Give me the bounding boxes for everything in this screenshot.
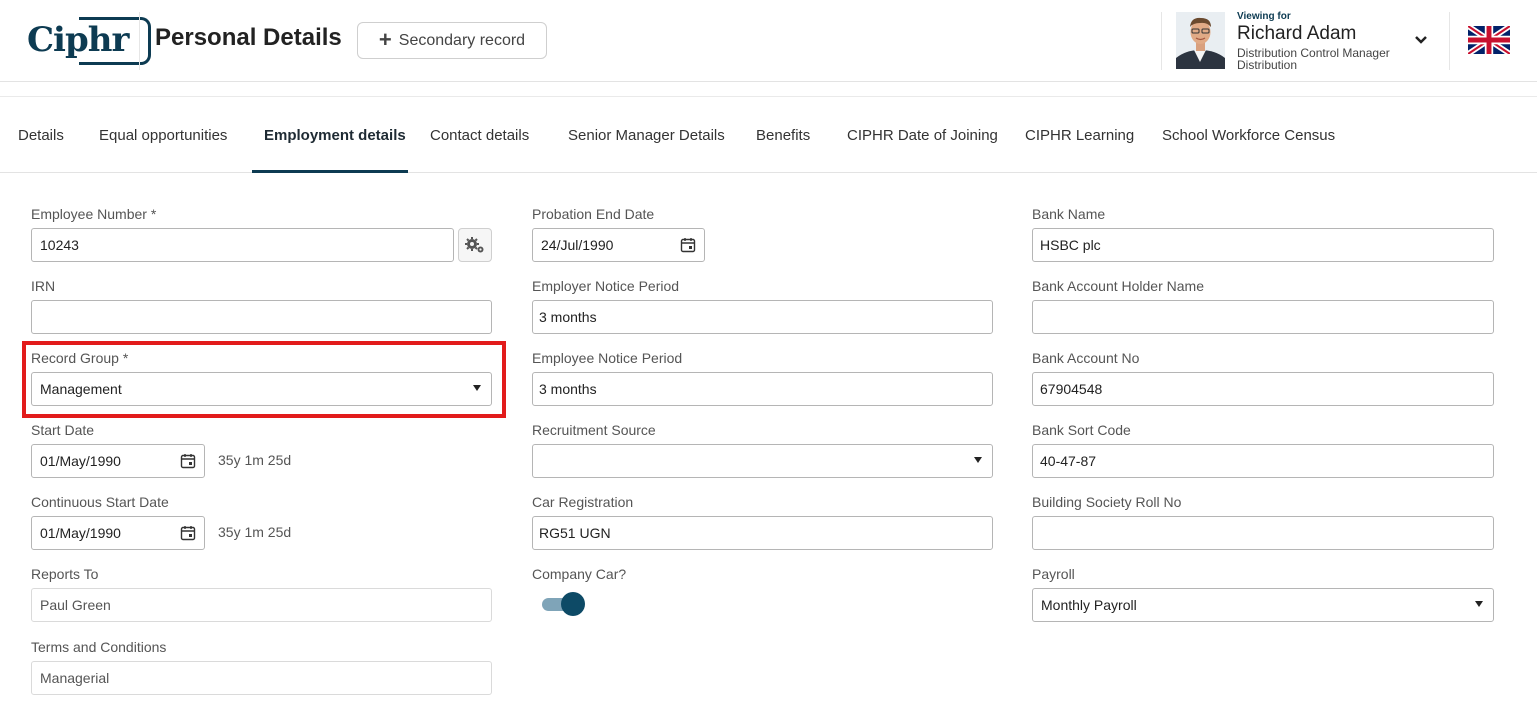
employee-number-input[interactable]: 10243: [31, 228, 454, 262]
record-group-select[interactable]: Management: [31, 372, 492, 406]
secondary-record-label: Secondary record: [398, 31, 526, 49]
gears-icon: [465, 237, 484, 253]
tab-bar: Details Equal opportunities Employment d…: [0, 96, 1537, 173]
probation-end-date-label: Probation End Date: [532, 206, 655, 222]
calendar-icon[interactable]: [180, 525, 196, 541]
terms-and-conditions-field: Managerial: [31, 661, 492, 695]
employee-notice-period-value: 3 months: [539, 381, 597, 397]
chevron-down-icon[interactable]: [1413, 32, 1429, 48]
ciphr-logo[interactable]: Ciphr: [27, 15, 151, 65]
irn-input[interactable]: [31, 300, 492, 334]
calendar-icon[interactable]: [180, 453, 196, 469]
probation-end-date-value: 24/Jul/1990: [541, 237, 614, 253]
app-header: Ciphr Personal Details + Secondary recor…: [0, 0, 1537, 82]
user-department: Distribution: [1237, 58, 1298, 72]
divider: [139, 12, 140, 70]
employee-notice-period-label: Employee Notice Period: [532, 350, 683, 366]
company-car-label: Company Car?: [532, 566, 627, 582]
plus-icon: +: [378, 26, 392, 52]
secondary-record-button[interactable]: + Secondary record: [357, 22, 547, 59]
divider: [1161, 12, 1162, 70]
bank-name-value: HSBC plc: [1040, 237, 1101, 253]
probation-end-date-input[interactable]: 24/Jul/1990: [532, 228, 705, 262]
start-date-label: Start Date: [31, 422, 95, 438]
terms-and-conditions-label: Terms and Conditions: [31, 639, 167, 655]
payroll-label: Payroll: [1032, 566, 1075, 582]
viewing-for-label: Viewing for: [1237, 11, 1291, 22]
tab-contact-details[interactable]: Contact details: [430, 97, 529, 173]
continuous-start-date-value: 01/May/1990: [40, 525, 121, 541]
recruitment-source-select[interactable]: [532, 444, 993, 478]
car-registration-label: Car Registration: [532, 494, 634, 510]
dropdown-arrow-icon: [473, 385, 481, 391]
divider: [1449, 12, 1450, 70]
tab-school-workforce-census[interactable]: School Workforce Census: [1162, 97, 1335, 173]
generate-number-button[interactable]: [458, 228, 492, 262]
avatar[interactable]: [1176, 12, 1225, 69]
bank-sort-code-input[interactable]: 40-47-87: [1032, 444, 1494, 478]
start-date-input[interactable]: 01/May/1990: [31, 444, 205, 478]
bank-name-input[interactable]: HSBC plc: [1032, 228, 1494, 262]
continuous-start-date-duration: 35y 1m 25d: [218, 524, 292, 540]
tab-benefits[interactable]: Benefits: [756, 97, 810, 173]
uk-flag-icon[interactable]: [1468, 26, 1510, 54]
bank-account-holder-name-input[interactable]: [1032, 300, 1494, 334]
payroll-select[interactable]: Monthly Payroll: [1032, 588, 1494, 622]
bank-sort-code-value: 40-47-87: [1040, 453, 1097, 469]
logo-frame: [79, 17, 151, 65]
recruitment-source-label: Recruitment Source: [532, 422, 656, 438]
user-photo: [1176, 12, 1225, 69]
payroll-value: Monthly Payroll: [1041, 597, 1137, 613]
employee-number-value: 10243: [40, 237, 79, 253]
active-tab-indicator: [252, 170, 408, 173]
employer-notice-period-value: 3 months: [539, 309, 597, 325]
record-group-value: Management: [40, 381, 122, 397]
building-society-roll-no-label: Building Society Roll No: [1032, 494, 1182, 510]
reports-to-value: Paul Green: [40, 597, 111, 613]
reports-to-label: Reports To: [31, 566, 99, 582]
bank-account-no-input[interactable]: 67904548: [1032, 372, 1494, 406]
irn-label: IRN: [31, 278, 56, 294]
employer-notice-period-input[interactable]: 3 months: [532, 300, 993, 334]
employer-notice-period-label: Employer Notice Period: [532, 278, 680, 294]
tab-details[interactable]: Details: [18, 97, 64, 173]
car-registration-input[interactable]: RG51 UGN: [532, 516, 993, 550]
car-registration-value: RG51 UGN: [539, 525, 611, 541]
bank-name-label: Bank Name: [1032, 206, 1106, 222]
dropdown-arrow-icon: [974, 457, 982, 463]
page-title: Personal Details: [155, 24, 342, 51]
start-date-duration: 35y 1m 25d: [218, 452, 292, 468]
building-society-roll-no-input[interactable]: [1032, 516, 1494, 550]
company-car-toggle[interactable]: [540, 591, 586, 617]
terms-and-conditions-value: Managerial: [40, 670, 110, 686]
tab-ciphr-date-of-joining[interactable]: CIPHR Date of Joining: [847, 97, 998, 173]
start-date-value: 01/May/1990: [40, 453, 121, 469]
employee-number-label: Employee Number *: [31, 206, 157, 222]
calendar-icon[interactable]: [680, 237, 696, 253]
user-role: Distribution Control Manager Distributio…: [1237, 47, 1390, 71]
bank-account-no-label: Bank Account No: [1032, 350, 1140, 366]
bank-account-no-value: 67904548: [1040, 381, 1103, 397]
bank-sort-code-label: Bank Sort Code: [1032, 422, 1131, 438]
dropdown-arrow-icon: [1475, 601, 1483, 607]
bank-account-holder-name-label: Bank Account Holder Name: [1032, 278, 1204, 294]
tab-equal-opportunities[interactable]: Equal opportunities: [99, 97, 227, 173]
toggle-knob: [561, 592, 585, 616]
record-group-label: Record Group *: [31, 350, 129, 366]
continuous-start-date-label: Continuous Start Date: [31, 494, 169, 510]
tab-senior-manager-details[interactable]: Senior Manager Details: [568, 97, 725, 173]
tab-ciphr-learning[interactable]: CIPHR Learning: [1025, 97, 1134, 173]
reports-to-field: Paul Green: [31, 588, 492, 622]
employee-notice-period-input[interactable]: 3 months: [532, 372, 993, 406]
continuous-start-date-input[interactable]: 01/May/1990: [31, 516, 205, 550]
user-name: Richard Adam: [1237, 23, 1357, 44]
tab-employment-details[interactable]: Employment details: [264, 97, 406, 173]
